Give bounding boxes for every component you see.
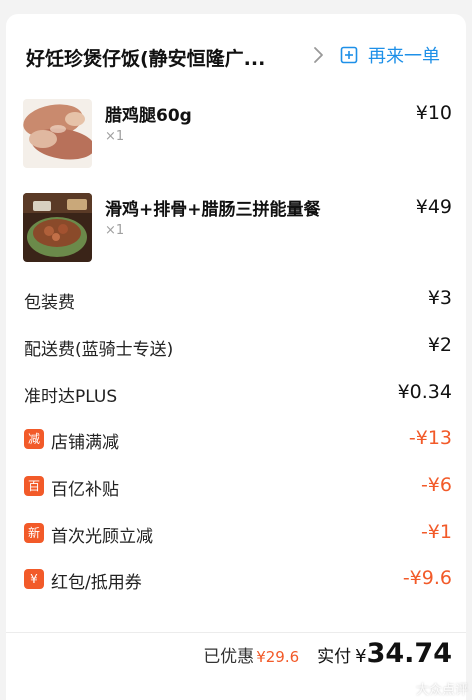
divider bbox=[6, 632, 466, 633]
fee-row-ontime: 准时达PLUS ¥0.34 bbox=[6, 381, 466, 410]
fee-row-delivery: 配送费(蓝骑士专送) ¥2 bbox=[6, 334, 466, 363]
fee-value: ¥0.34 bbox=[397, 381, 452, 403]
saved-label: 已优惠 bbox=[203, 647, 255, 667]
fee-row-packaging: 包装费 ¥3 bbox=[6, 287, 466, 316]
discount-row-subsidy: 百 百亿补贴 -¥6 bbox=[6, 474, 466, 503]
discount-label: 百亿补贴 bbox=[51, 480, 119, 500]
paid-currency: ¥ bbox=[355, 646, 367, 667]
item-image-claypot-rice bbox=[23, 193, 92, 262]
discount-value: -¥6 bbox=[420, 474, 452, 496]
fee-label: 配送费(蓝骑士专送) bbox=[24, 340, 174, 360]
item-name: 腊鸡腿60g bbox=[105, 106, 192, 126]
fee-label: 包装费 bbox=[24, 293, 75, 313]
order-item: 滑鸡+排骨+腊肠三拼能量餐 ×1 ¥49 bbox=[6, 193, 466, 273]
fee-value: ¥2 bbox=[427, 334, 452, 356]
discount-value: -¥1 bbox=[420, 521, 452, 543]
fee-label: 准时达PLUS bbox=[24, 387, 118, 407]
fee-value: ¥3 bbox=[427, 287, 452, 309]
plus-square-icon bbox=[340, 46, 358, 64]
discount-badge: 百 bbox=[24, 476, 44, 496]
discount-row-store: 减 店铺满减 -¥13 bbox=[6, 427, 466, 456]
paid-label: 实付 bbox=[317, 647, 352, 667]
paid-amount: 34.74 bbox=[366, 638, 452, 669]
item-name: 滑鸡+排骨+腊肠三拼能量餐 bbox=[105, 200, 321, 220]
order-summary: 已优惠 ¥29.6 实付 ¥ 34.74 bbox=[203, 638, 452, 682]
discount-label: 店铺满减 bbox=[51, 433, 119, 453]
order-card: 好饪珍煲仔饭(静安恒隆广... 再来一单 腊鸡腿60g ×1 ¥10 滑鸡+排骨… bbox=[6, 14, 466, 700]
item-qty: ×1 bbox=[105, 223, 125, 238]
item-qty: ×1 bbox=[105, 129, 125, 144]
watermark: 大众点评 bbox=[415, 683, 468, 698]
discount-label: 红包/抵用券 bbox=[51, 573, 142, 593]
discount-badge: 减 bbox=[24, 429, 44, 449]
item-price: ¥49 bbox=[415, 196, 452, 218]
shop-header: 好饪珍煲仔饭(静安恒隆广... 再来一单 bbox=[6, 14, 466, 98]
item-price: ¥10 bbox=[415, 102, 452, 124]
reorder-label: 再来一单 bbox=[368, 46, 440, 67]
discount-row-coupon[interactable]: ¥ 红包/抵用券 -¥9.6 bbox=[6, 567, 466, 596]
discount-value: -¥9.6 bbox=[402, 567, 452, 589]
saved-amount: ¥29.6 bbox=[256, 648, 300, 666]
reorder-button[interactable]: 再来一单 bbox=[340, 42, 440, 68]
order-item: 腊鸡腿60g ×1 ¥10 bbox=[6, 99, 466, 179]
shop-name[interactable]: 好饪珍煲仔饭(静安恒隆广... bbox=[26, 44, 265, 71]
discount-badge: 新 bbox=[24, 523, 44, 543]
discount-badge: ¥ bbox=[24, 569, 44, 589]
discount-row-first-visit: 新 首次光顾立减 -¥1 bbox=[6, 521, 466, 550]
discount-value: -¥13 bbox=[408, 427, 452, 449]
item-image-cured-chicken-leg bbox=[23, 99, 92, 168]
discount-label: 首次光顾立减 bbox=[51, 527, 153, 547]
chevron-right-icon[interactable] bbox=[308, 45, 328, 65]
